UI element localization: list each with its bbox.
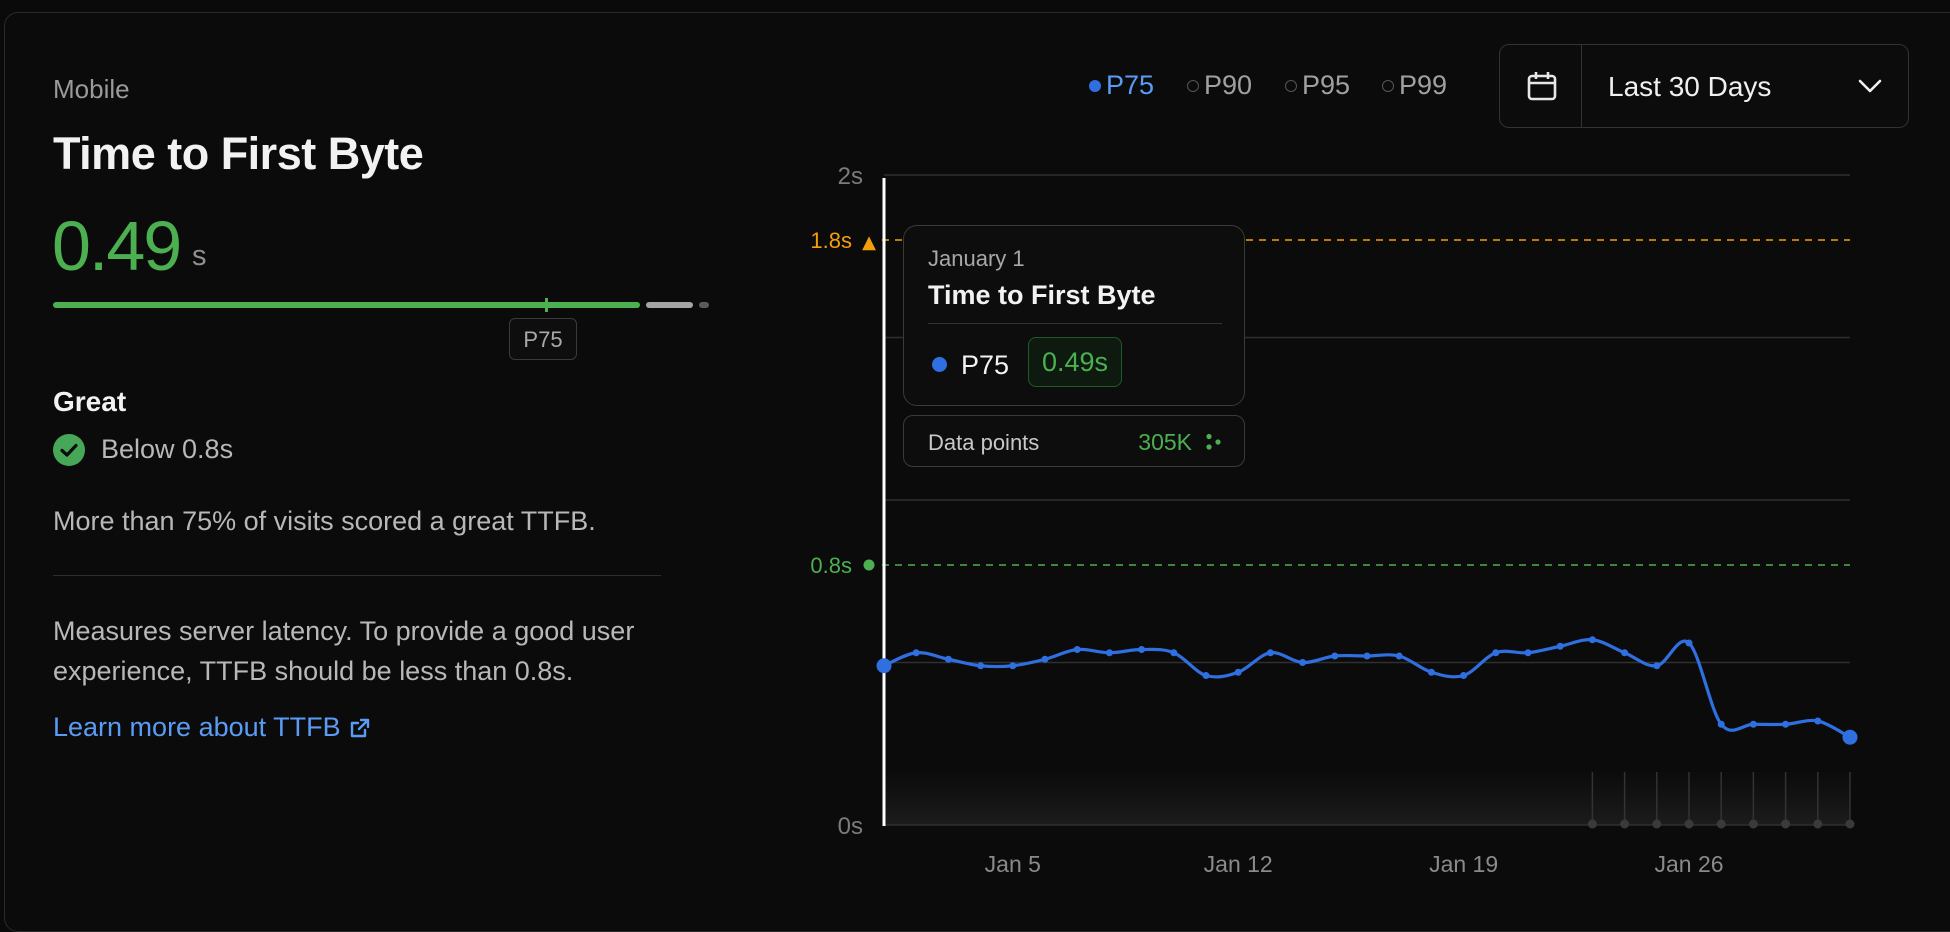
series-point [1460,672,1468,679]
series-point [977,662,985,670]
sample-dot [1845,819,1855,829]
threshold-label: 0.8s [810,553,852,578]
series-point [1556,642,1564,650]
series-point [1717,720,1725,728]
series-point [1073,646,1081,653]
series-point [1138,646,1146,653]
series-point [944,655,952,663]
series-point [1782,720,1790,728]
tooltip-date: January 1 [928,246,1025,271]
data-points-label: Data points [928,430,1040,455]
y-tick-label: 0s [838,813,863,840]
tooltip-title: Time to First Byte [928,280,1156,310]
series-point [1202,672,1210,679]
x-tick-label: Jan 12 [1204,851,1273,877]
sample-dot [1587,819,1597,829]
series-point [1685,639,1693,647]
x-tick-label: Jan 26 [1654,851,1723,877]
series-point [912,649,920,657]
sample-dot [1813,819,1823,829]
data-points-value: 305K [1138,429,1192,455]
series-point [1363,652,1371,660]
threshold-label: 1.8s [810,228,852,253]
series-point [1395,652,1403,660]
x-tick-label: Jan 5 [985,851,1041,877]
series-point [1814,717,1822,725]
series-point [1331,652,1339,660]
tooltip-value: 0.49s [1028,337,1122,387]
series-point [1266,649,1274,657]
tooltip-divider [928,323,1222,324]
series-point [1749,720,1757,728]
chart-tooltip: January 1 Time to First Byte P75 0.49s [903,225,1245,406]
sample-dot [1781,819,1791,829]
series-point [1041,655,1049,663]
series-point [1427,668,1435,676]
series-point [1234,668,1242,676]
tooltip-series-name: P75 [961,350,1010,380]
series-point [1492,649,1500,657]
series-point-highlight [876,658,892,674]
sample-dot [1684,819,1694,829]
chart-base-shade [884,770,1850,825]
sample-dot [1652,819,1662,829]
x-tick-label: Jan 19 [1429,851,1498,877]
threshold-triangle-icon: ▲ [862,232,876,253]
series-point [1299,659,1307,666]
y-tick-label: 2s [838,163,863,190]
threshold-dot-icon [863,559,875,571]
data-points-box: Data points 305K [903,415,1245,467]
sample-dot [1620,819,1630,829]
series-point [1653,662,1661,670]
series-point [1009,662,1017,670]
series-dot-icon [932,357,947,372]
series-point [1621,649,1629,657]
series-point [1170,649,1178,657]
data-points-icon [1206,433,1221,450]
series-point [1105,649,1113,657]
series-point [1524,649,1532,657]
series-point [1588,636,1596,644]
sample-dot [1748,819,1758,829]
series-point-highlight [1842,729,1858,745]
sample-dot [1716,819,1726,829]
